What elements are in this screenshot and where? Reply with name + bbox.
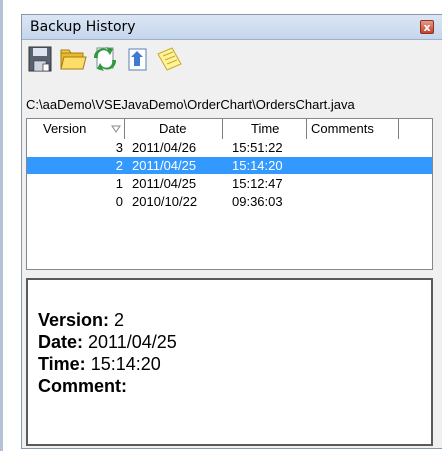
date-cell: 2011/04/26: [132, 140, 197, 155]
backup-list[interactable]: Version Date Time Comments 3 2011/04/26 …: [26, 118, 433, 270]
notes-button[interactable]: [154, 44, 184, 74]
column-label: Version: [43, 121, 87, 136]
detail-time: Time: 15:14:20: [38, 354, 161, 375]
refresh-button[interactable]: [90, 44, 120, 74]
date-value: 2011/04/25: [88, 332, 177, 352]
column-header-comments[interactable]: Comments: [307, 119, 399, 139]
version-value: 2: [114, 310, 125, 330]
time-label: Time:: [38, 354, 86, 374]
list-header: Version Date Time Comments: [27, 119, 432, 139]
time-cell: 15:14:20: [232, 158, 283, 173]
time-cell: 15:12:47: [232, 176, 283, 191]
column-header-version[interactable]: Version: [27, 119, 125, 139]
toolbar: [26, 44, 266, 74]
column-label: Time: [251, 121, 280, 136]
close-icon: x: [423, 21, 431, 34]
refresh-icon: [93, 47, 117, 71]
time-cell: 15:51:22: [232, 140, 283, 155]
time-cell: 09:36:03: [232, 194, 283, 209]
folder-icon: [60, 49, 87, 70]
detail-version: Version: 2: [38, 310, 124, 331]
date-label: Date:: [38, 332, 84, 352]
open-folder-button[interactable]: [58, 44, 88, 74]
detail-comment: Comment:: [38, 376, 127, 397]
notes-icon: [157, 47, 182, 71]
comment-label: Comment:: [38, 376, 127, 396]
version-cell: 0: [115, 194, 123, 209]
column-header-date[interactable]: Date: [125, 119, 223, 139]
background-edge: [0, 0, 3, 451]
title-bar[interactable]: Backup History x: [22, 15, 442, 40]
date-cell: 2010/10/22: [132, 194, 198, 209]
file-path: C:\aaDemo\VSEJavaDemo\OrderChart\OrdersC…: [26, 97, 355, 112]
detail-date: Date: 2011/04/25: [38, 332, 177, 353]
window-title: Backup History: [30, 19, 136, 35]
details-panel: Version: 2 Date: 2011/04/25 Time: 15:14:…: [26, 278, 433, 446]
version-cell: 2: [115, 158, 123, 173]
backup-history-window: Backup History x C:\aaDemo\VSEJavaDemo\O…: [21, 14, 442, 449]
sort-descending-icon: [111, 125, 121, 133]
close-button[interactable]: x: [420, 20, 434, 34]
save-button[interactable]: [26, 44, 56, 74]
version-label: Version:: [38, 310, 110, 330]
version-cell: 3: [115, 140, 123, 155]
column-label: Comments: [311, 121, 374, 136]
time-value: 15:14:20: [90, 354, 161, 374]
table-row[interactable]: 1 2011/04/25 15:12:47: [27, 175, 432, 192]
restore-icon: [128, 48, 147, 71]
version-cell: 1: [115, 176, 123, 191]
table-row-selected[interactable]: 2 2011/04/25 15:14:20: [27, 157, 432, 174]
column-label: Date: [159, 121, 187, 136]
table-row[interactable]: 3 2011/04/26 15:51:22: [27, 139, 432, 156]
date-cell: 2011/04/25: [132, 158, 197, 173]
save-icon: [28, 46, 52, 72]
table-row[interactable]: 0 2010/10/22 09:36:03: [27, 193, 432, 210]
column-header-time[interactable]: Time: [223, 119, 307, 139]
date-cell: 2011/04/25: [132, 176, 197, 191]
restore-button[interactable]: [122, 44, 152, 74]
